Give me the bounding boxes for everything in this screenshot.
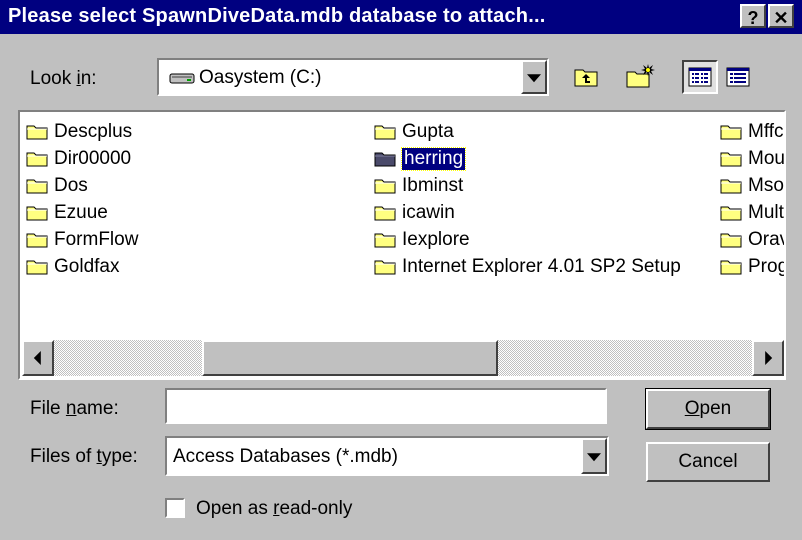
folder-icon bbox=[374, 231, 396, 248]
folder-name: Iexplore bbox=[402, 228, 470, 250]
folder-icon bbox=[26, 231, 48, 248]
up-folder-icon bbox=[574, 69, 598, 87]
cancel-button[interactable]: Cancel bbox=[646, 442, 770, 482]
folder-item[interactable]: herring bbox=[374, 145, 681, 172]
list-view-button[interactable] bbox=[682, 60, 718, 94]
folder-icon bbox=[720, 204, 742, 221]
folder-name: icawin bbox=[402, 201, 455, 223]
folder-item[interactable]: Dir00000 bbox=[26, 145, 138, 172]
file-name-label: File name: bbox=[30, 398, 119, 419]
folder-item[interactable]: Descplus bbox=[26, 118, 138, 145]
folder-item[interactable]: Dos bbox=[26, 172, 138, 199]
files-of-type-label: Files of type: bbox=[30, 446, 138, 467]
folder-item[interactable]: Mso bbox=[720, 172, 784, 199]
folder-icon bbox=[720, 177, 742, 194]
file-list[interactable]: Descplus Dir00000 Dos Ezuue FormFlow Goldfax … bbox=[18, 110, 786, 380]
folder-item[interactable]: Mult bbox=[720, 199, 784, 226]
arrow-right-icon bbox=[765, 351, 773, 365]
folder-icon bbox=[26, 204, 48, 221]
file-column-3: Mffc Mou Mso Mult Orav Prog bbox=[720, 118, 786, 280]
folder-name: FormFlow bbox=[54, 228, 139, 250]
close-button[interactable]: ✕ bbox=[768, 4, 794, 28]
scrollbar-thumb[interactable] bbox=[202, 340, 498, 376]
folder-item[interactable]: Prog bbox=[720, 253, 786, 280]
open-button[interactable]: Open bbox=[645, 388, 771, 430]
folder-item[interactable]: Mou bbox=[720, 145, 785, 172]
folder-item[interactable]: Mffc bbox=[720, 118, 784, 145]
files-of-type-value: Access Databases (*.mdb) bbox=[173, 446, 398, 467]
folder-item[interactable]: Orav bbox=[720, 226, 786, 253]
look-in-value: Oasystem (C:) bbox=[199, 67, 322, 88]
folder-name: Ezuue bbox=[54, 201, 108, 223]
file-column-2: Gupta herring Ibminst icawin Iexplore Interne… bbox=[374, 118, 681, 280]
folder-icon bbox=[26, 123, 48, 140]
new-folder-icon bbox=[626, 64, 655, 88]
folder-name: Descplus bbox=[54, 120, 133, 142]
folder-name: Orav bbox=[748, 228, 786, 250]
create-new-folder-button[interactable] bbox=[622, 60, 658, 94]
look-in-combo[interactable]: Oasystem (C:) bbox=[157, 58, 549, 96]
folder-item[interactable]: Ezuue bbox=[26, 199, 138, 226]
folder-item[interactable]: icawin bbox=[374, 199, 681, 226]
folder-icon bbox=[374, 204, 396, 221]
folder-icon bbox=[26, 258, 48, 275]
horizontal-scrollbar[interactable] bbox=[22, 340, 784, 376]
folder-name: Mult bbox=[748, 201, 784, 223]
open-read-only-label[interactable]: Open as read-only bbox=[196, 498, 352, 520]
folder-name: Mffc bbox=[748, 120, 784, 142]
details-view-button[interactable] bbox=[720, 60, 756, 94]
help-button[interactable]: ? bbox=[740, 4, 766, 28]
window-title: Please select SpawnDiveData.mdb database… bbox=[8, 5, 546, 27]
folder-item[interactable]: Internet Explorer 4.01 SP2 Setup bbox=[374, 253, 681, 280]
folder-item[interactable]: Gupta bbox=[374, 118, 681, 145]
drive-icon bbox=[169, 70, 195, 92]
scroll-left-button[interactable] bbox=[22, 340, 54, 376]
folder-item[interactable]: Goldfax bbox=[26, 253, 138, 280]
folder-icon bbox=[26, 150, 48, 167]
folder-name: Mou bbox=[748, 147, 785, 169]
arrow-left-icon bbox=[33, 351, 41, 365]
folder-item[interactable]: Iexplore bbox=[374, 226, 681, 253]
folder-name: Dos bbox=[54, 174, 88, 196]
folder-icon bbox=[374, 258, 396, 275]
look-in-label: Look in: bbox=[30, 68, 97, 89]
folder-name: Gupta bbox=[402, 120, 454, 142]
folder-item[interactable]: Ibminst bbox=[374, 172, 681, 199]
folder-icon bbox=[374, 123, 396, 140]
files-of-type-combo[interactable]: Access Databases (*.mdb) bbox=[165, 436, 609, 476]
folder-icon bbox=[26, 177, 48, 194]
folder-name: Mso bbox=[748, 174, 784, 196]
folder-name: Ibminst bbox=[402, 174, 464, 196]
up-one-level-button[interactable] bbox=[568, 60, 604, 94]
scroll-right-button[interactable] bbox=[752, 340, 784, 376]
file-name-input[interactable] bbox=[165, 388, 607, 424]
folder-icon bbox=[720, 258, 742, 275]
folder-icon bbox=[720, 150, 742, 167]
folder-name: Internet Explorer 4.01 SP2 Setup bbox=[402, 255, 681, 277]
folder-name: Prog bbox=[748, 255, 786, 277]
list-view-icon bbox=[688, 67, 712, 87]
open-read-only-checkbox[interactable] bbox=[165, 498, 185, 518]
folder-name: Goldfax bbox=[54, 255, 120, 277]
files-of-type-dropdown-button[interactable] bbox=[581, 438, 607, 474]
title-bar[interactable]: Please select SpawnDiveData.mdb database… bbox=[0, 0, 802, 34]
folder-icon bbox=[720, 123, 742, 140]
chevron-down-icon bbox=[527, 74, 541, 83]
folder-name: Dir00000 bbox=[54, 147, 132, 169]
folder-icon bbox=[374, 177, 396, 194]
folder-item[interactable]: FormFlow bbox=[26, 226, 138, 253]
look-in-dropdown-button[interactable] bbox=[521, 60, 547, 94]
chevron-down-icon bbox=[587, 453, 601, 462]
folder-icon bbox=[720, 231, 742, 248]
folder-icon bbox=[374, 150, 396, 167]
details-view-icon bbox=[726, 67, 750, 87]
file-column-1: Descplus Dir00000 Dos Ezuue FormFlow Goldfax bbox=[26, 118, 138, 280]
folder-name: herring bbox=[400, 146, 467, 171]
